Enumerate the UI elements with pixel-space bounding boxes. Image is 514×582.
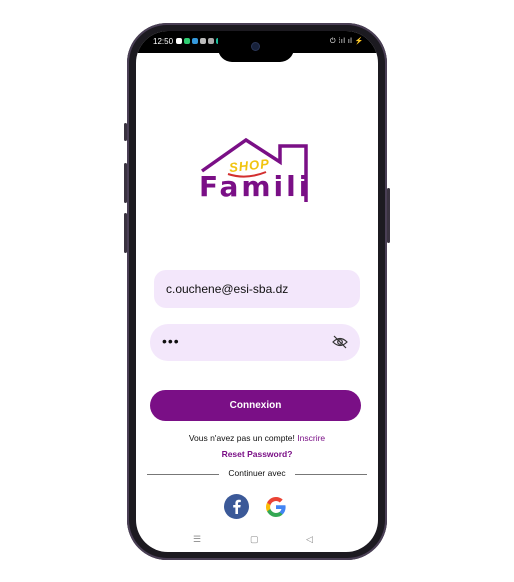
google-icon[interactable] — [264, 495, 288, 519]
signup-prompt: Vous n'avez pas un compte! Inscrire — [136, 433, 378, 443]
email-field[interactable]: c.ouchene@esi-sba.dz — [154, 270, 360, 308]
password-field[interactable]: ••• — [150, 324, 360, 361]
divider-line-right — [295, 474, 367, 475]
android-nav-bar: ☰ ▢ ◁ — [136, 534, 378, 548]
logo-brand-text: Famili — [199, 170, 312, 203]
reset-password-link[interactable]: Reset Password? — [136, 449, 378, 459]
no-account-text: Vous n'avez pas un compte! — [188, 433, 295, 443]
camera-notch — [218, 31, 294, 62]
email-value: c.ouchene@esi-sba.dz — [166, 282, 289, 296]
phone-frame: 12:50 ⏻ ⁞ıl ıl ⚡ SHOP Famili c.ouchene@e… — [124, 23, 390, 560]
facebook-icon[interactable] — [224, 494, 249, 519]
side-button-left-3 — [124, 213, 127, 253]
password-value: ••• — [162, 333, 180, 349]
menu-nav-icon[interactable]: ☰ — [193, 534, 201, 545]
camera-icon — [252, 43, 259, 50]
signup-link[interactable]: Inscrire — [297, 433, 325, 443]
status-notification-icons — [176, 38, 222, 44]
continue-with-text: Continuer avec — [228, 468, 286, 478]
side-button-left-2 — [124, 163, 127, 203]
side-button-left-1 — [124, 123, 127, 141]
status-time: 12:50 — [153, 37, 174, 46]
status-right-icons: ⏻ ⁞ıl ıl ⚡ — [329, 38, 364, 45]
screen: 12:50 ⏻ ⁞ıl ıl ⚡ SHOP Famili c.ouchene@e… — [136, 31, 378, 552]
side-button-right — [387, 188, 390, 243]
back-nav-icon[interactable]: ◁ — [306, 534, 313, 545]
home-nav-icon[interactable]: ▢ — [250, 534, 259, 545]
eye-off-icon[interactable] — [332, 335, 348, 349]
app-logo: SHOP Famili — [198, 134, 310, 209]
connexion-button[interactable]: Connexion — [150, 390, 361, 421]
continue-divider: Continuer avec — [147, 468, 367, 480]
social-login — [224, 494, 294, 520]
